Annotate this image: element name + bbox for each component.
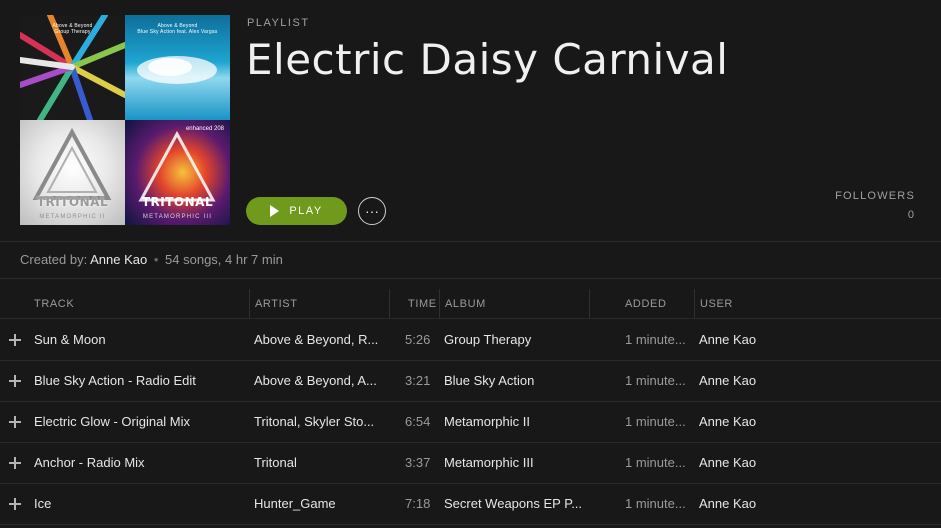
track-added: 1 minute... [625, 414, 686, 429]
track-row[interactable]: Blue Sky Action - Radio Edit Above & Bey… [0, 361, 941, 402]
track-duration: 6:54 [405, 414, 431, 429]
add-icon[interactable] [9, 457, 21, 469]
track-album[interactable]: Secret Weapons EP P... [444, 484, 589, 524]
add-icon[interactable] [9, 334, 21, 346]
track-artist[interactable]: Above & Beyond, R... [254, 320, 394, 360]
playlist-view: Above & Beyond Group Therapy Above & Bey… [0, 0, 941, 528]
track-artist[interactable]: Above & Beyond, A... [254, 361, 394, 401]
track-added: 1 minute... [625, 332, 686, 347]
track-title: Electric Glow - Original Mix [34, 414, 191, 429]
add-icon[interactable] [9, 375, 21, 387]
album-art-blue-sky-action: Above & Beyond Blue Sky Action feat. Ale… [125, 15, 230, 120]
album-title-caption: Group Therapy [54, 29, 91, 35]
add-icon[interactable] [9, 416, 21, 428]
meta-separator: • [153, 252, 159, 267]
track-user[interactable]: Anne Kao [699, 320, 819, 360]
track-duration: 7:18 [405, 496, 431, 511]
column-header-time[interactable]: TIME [389, 289, 437, 319]
column-header-track[interactable]: TRACK [34, 289, 74, 319]
column-header-album[interactable]: ALBUM [439, 289, 486, 319]
playlist-kind-label: PLAYLIST [247, 17, 310, 29]
playlist-cover-mosaic[interactable]: Above & Beyond Group Therapy Above & Bey… [20, 15, 230, 225]
track-album[interactable]: Blue Sky Action [444, 361, 589, 401]
track-added: 1 minute... [625, 496, 686, 511]
track-user[interactable]: Anne Kao [699, 402, 819, 442]
triangle-logo-art [138, 130, 216, 202]
track-artist[interactable]: Tritonal [254, 443, 394, 483]
album-brand-text: TRITONAL [141, 195, 214, 209]
tracklist-header: TRACK ARTIST TIME ALBUM ADDED USER [0, 289, 941, 319]
album-tag-text: enhanced 208 [185, 126, 224, 132]
track-title: Ice [34, 496, 52, 511]
album-sub-text: METAMORPHIC III [142, 214, 213, 220]
more-options-button[interactable]: ··· [358, 197, 386, 225]
ellipsis-icon: ··· [365, 203, 379, 219]
album-title-caption: Blue Sky Action feat. Alex Vargas [137, 29, 218, 35]
followers-label: FOLLOWERS [835, 190, 915, 202]
track-duration: 3:21 [405, 373, 431, 388]
album-art-metamorphic-iii: enhanced 208 TRITONAL METAMORPHIC III [125, 120, 230, 225]
add-icon[interactable] [9, 498, 21, 510]
track-title: Blue Sky Action - Radio Edit [34, 373, 196, 388]
album-art-group-therapy: Above & Beyond Group Therapy [20, 15, 125, 120]
track-title: Anchor - Radio Mix [34, 455, 145, 470]
track-user[interactable]: Anne Kao [699, 443, 819, 483]
track-added: 1 minute... [625, 455, 686, 470]
column-header-artist[interactable]: ARTIST [249, 289, 298, 319]
track-user[interactable]: Anne Kao [699, 484, 819, 524]
track-album[interactable]: Metamorphic II [444, 402, 589, 442]
track-artist[interactable]: Tritonal, Skyler Sto... [254, 402, 394, 442]
meta-divider [0, 278, 941, 279]
track-row[interactable]: Sun & Moon Above & Beyond, R... 5:26 Gro… [0, 320, 941, 361]
play-button-label: PLAY [289, 205, 323, 217]
track-title: Sun & Moon [34, 332, 106, 347]
track-duration: 5:26 [405, 332, 431, 347]
track-album[interactable]: Group Therapy [444, 320, 589, 360]
track-user[interactable]: Anne Kao [699, 361, 819, 401]
album-art-metamorphic-ii: TRITONAL METAMORPHIC II [20, 120, 125, 225]
track-row[interactable]: Anchor - Radio Mix Tritonal 3:37 Metamor… [0, 443, 941, 484]
created-by-label: Created by: [20, 252, 88, 267]
playlist-summary: 54 songs, 4 hr 7 min [165, 252, 283, 267]
track-row[interactable]: Electric Glow - Original Mix Tritonal, S… [0, 402, 941, 443]
track-artist[interactable]: Hunter_Game [254, 484, 394, 524]
column-header-added[interactable]: ADDED [589, 289, 667, 319]
column-header-user[interactable]: USER [694, 289, 733, 319]
track-row[interactable]: Ice Hunter_Game 7:18 Secret Weapons EP P… [0, 484, 941, 525]
track-duration: 3:37 [405, 455, 431, 470]
playlist-title: Electric Daisy Carnival [246, 35, 729, 84]
playlist-meta: Created by: Anne Kao • 54 songs, 4 hr 7 … [20, 252, 283, 267]
owner-link[interactable]: Anne Kao [90, 252, 147, 267]
play-icon [270, 205, 280, 217]
play-button[interactable]: PLAY [246, 197, 347, 225]
track-added: 1 minute... [625, 373, 686, 388]
header-divider [0, 241, 941, 242]
track-album[interactable]: Metamorphic III [444, 443, 589, 483]
album-brand-text: TRITONAL [36, 195, 109, 209]
album-sub-text: METAMORPHIC II [39, 214, 106, 220]
followers-count: 0 [907, 209, 914, 221]
triangle-logo-art [32, 127, 112, 200]
